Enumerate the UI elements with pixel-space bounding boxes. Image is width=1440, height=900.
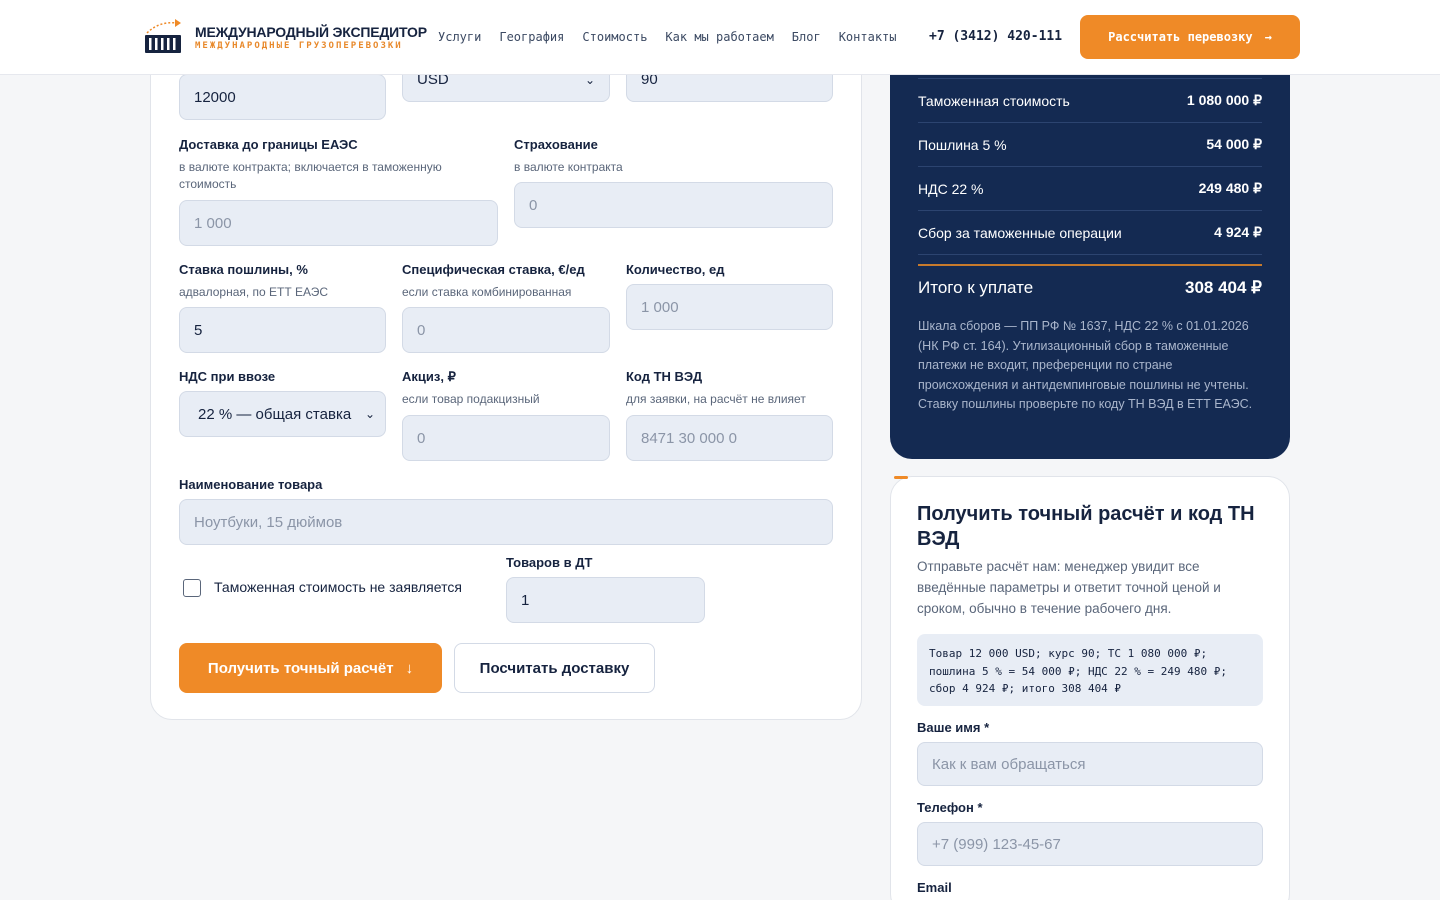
arrow-right-icon: → bbox=[1264, 30, 1272, 44]
hs-code-input[interactable]: 8471 30 000 0 bbox=[626, 415, 833, 461]
quantity-input[interactable]: 1 000 bbox=[626, 284, 833, 330]
header-phone[interactable]: +7 (3412) 420-111 bbox=[929, 29, 1062, 44]
main-nav: Услуги География Стоимость Как мы работа… bbox=[438, 30, 915, 44]
summary-note: Шкала сборов — ПП РФ № 1637, НДС 22 % с … bbox=[918, 319, 1253, 411]
request-title: Получить точный расчёт и код ТН ВЭД bbox=[917, 503, 1255, 550]
delivery-input[interactable]: 1 000 bbox=[179, 200, 498, 246]
nav-pricing[interactable]: Стоимость bbox=[582, 30, 647, 44]
site-header: МЕЖДУНАРОДНЫЙ ЭКСПЕДИТОР МЕЖДУНАРОДНЫЕ Г… bbox=[0, 0, 1440, 75]
phone-label: Телефон * bbox=[917, 800, 983, 815]
calculation-summary-code: Товар 12 000 USD; курс 90; ТС 1 080 000 … bbox=[917, 634, 1263, 706]
card-accent bbox=[894, 476, 908, 479]
no-customs-value-checkbox[interactable] bbox=[183, 579, 201, 597]
duty-rate-label: Ставка пошлины, % bbox=[179, 262, 308, 277]
summary-row: Пошлина 5 % 54 000 ₽ bbox=[918, 122, 1262, 166]
brand-name: МЕЖДУНАРОДНЫЙ ЭКСПЕДИТОР bbox=[195, 24, 427, 40]
product-name-input[interactable]: Ноутбуки, 15 дюймов bbox=[179, 499, 833, 545]
goods-value-input[interactable]: 12000 bbox=[179, 74, 386, 120]
get-exact-quote-button[interactable]: Получить точный расчёт ↓ bbox=[179, 643, 442, 693]
email-label: Email bbox=[917, 880, 952, 895]
vat-select[interactable]: 22 % — общая ставка ⌄ bbox=[179, 391, 386, 437]
summary-total-label: Итого к уплате bbox=[918, 278, 1034, 297]
code-line: Товар 12 000 USD; курс 90; ТС 1 080 000 … bbox=[929, 647, 1208, 660]
summary-row-value: 1 080 000 ₽ bbox=[1186, 92, 1262, 108]
product-name-label: Наименование товара bbox=[179, 477, 323, 492]
chevron-down-icon: ⌄ bbox=[364, 407, 375, 421]
summary-row-value: 4 924 ₽ bbox=[1214, 224, 1262, 240]
nav-geography[interactable]: География bbox=[499, 30, 564, 44]
calculate-shipping-button[interactable]: Рассчитать перевозку → bbox=[1080, 15, 1300, 59]
delivery-hint: в валюте контракта; включается в таможен… bbox=[179, 160, 442, 191]
nav-how-we-work[interactable]: Как мы работаем bbox=[665, 30, 773, 44]
summary-row-value: 54 000 ₽ bbox=[1206, 136, 1262, 152]
specific-rate-hint: если ставка комбинированная bbox=[402, 285, 572, 299]
summary-row-label: Пошлина 5 % bbox=[918, 136, 1007, 153]
summary-divider bbox=[918, 254, 1262, 264]
specific-rate-label: Специфическая ставка, €/ед bbox=[402, 262, 585, 277]
no-customs-value-label[interactable]: Таможенная стоимость не заявляется bbox=[214, 579, 462, 595]
excise-hint: если товар подакцизный bbox=[402, 392, 540, 406]
insurance-input[interactable]: 0 bbox=[514, 182, 833, 228]
summary-total: Итого к уплате 308 404 ₽ bbox=[918, 264, 1262, 298]
insurance-hint: в валюте контракта bbox=[514, 160, 623, 174]
customs-summary-card: Таможенная стоимость 1 080 000 ₽ Пошлина… bbox=[890, 40, 1290, 459]
brand-tagline: МЕЖДУНАРОДНЫЕ ГРУЗОПЕРЕВОЗКИ bbox=[195, 41, 403, 51]
items-in-dt-input[interactable]: 1 bbox=[506, 577, 705, 623]
items-in-dt-label: Товаров в ДТ bbox=[506, 555, 593, 570]
delivery-label: Доставка до границы ЕАЭС bbox=[179, 137, 358, 152]
summary-row: Таможенная стоимость 1 080 000 ₽ bbox=[918, 78, 1262, 122]
cta-label: Рассчитать перевозку bbox=[1108, 30, 1253, 44]
request-description: Отправьте расчёт нам: менеджер увидит вс… bbox=[917, 559, 1221, 616]
summary-total-value: 308 404 ₽ bbox=[1185, 278, 1262, 297]
excise-label: Акциз, ₽ bbox=[402, 369, 456, 384]
phone-input[interactable]: +7 (999) 123-45-67 bbox=[917, 822, 1263, 866]
summary-row-label: НДС 22 % bbox=[918, 180, 984, 197]
duty-rate-input[interactable]: 5 bbox=[179, 307, 386, 353]
arrow-down-icon: ↓ bbox=[405, 659, 414, 677]
insurance-label: Страхование bbox=[514, 137, 598, 152]
summary-row: НДС 22 % 249 480 ₽ bbox=[918, 166, 1262, 210]
brand[interactable]: МЕЖДУНАРОДНЫЙ ЭКСПЕДИТОР МЕЖДУНАРОДНЫЕ Г… bbox=[195, 24, 427, 52]
name-input[interactable]: Как к вам обращаться bbox=[917, 742, 1263, 786]
hs-code-label: Код ТН ВЭД bbox=[626, 369, 703, 384]
name-label: Ваше имя * bbox=[917, 720, 990, 735]
summary-row-label: Таможенная стоимость bbox=[918, 92, 1070, 109]
get-exact-quote-label: Получить точный расчёт bbox=[207, 659, 394, 677]
summary-row-value: 249 480 ₽ bbox=[1198, 180, 1262, 196]
summary-row: Сбор за таможенные операции 4 924 ₽ bbox=[918, 210, 1262, 254]
specific-rate-input[interactable]: 0 bbox=[402, 307, 610, 353]
nav-services[interactable]: Услуги bbox=[438, 30, 481, 44]
nav-contacts[interactable]: Контакты bbox=[839, 30, 897, 44]
code-line: пошлина 5 % = 54 000 ₽; НДС 22 % = 249 4… bbox=[929, 664, 1228, 678]
hs-code-hint: для заявки, на расчёт не влияет bbox=[626, 392, 806, 406]
summary-row-label: Сбор за таможенные операции bbox=[918, 224, 1122, 241]
container-truck-logo-icon[interactable] bbox=[143, 17, 183, 55]
vat-value: 22 % — общая ставка bbox=[198, 405, 352, 423]
duty-rate-hint: адвалорная, по ЕТТ ЕАЭС bbox=[179, 285, 329, 299]
excise-input[interactable]: 0 bbox=[402, 415, 610, 461]
vat-label: НДС при ввозе bbox=[179, 369, 276, 384]
code-line: сбор 4 924 ₽; итого 308 404 ₽ bbox=[929, 682, 1122, 695]
nav-blog[interactable]: Блог bbox=[792, 30, 821, 44]
calculate-delivery-button[interactable]: Посчитать доставку bbox=[454, 643, 655, 693]
quantity-label: Количество, ед bbox=[626, 262, 725, 277]
